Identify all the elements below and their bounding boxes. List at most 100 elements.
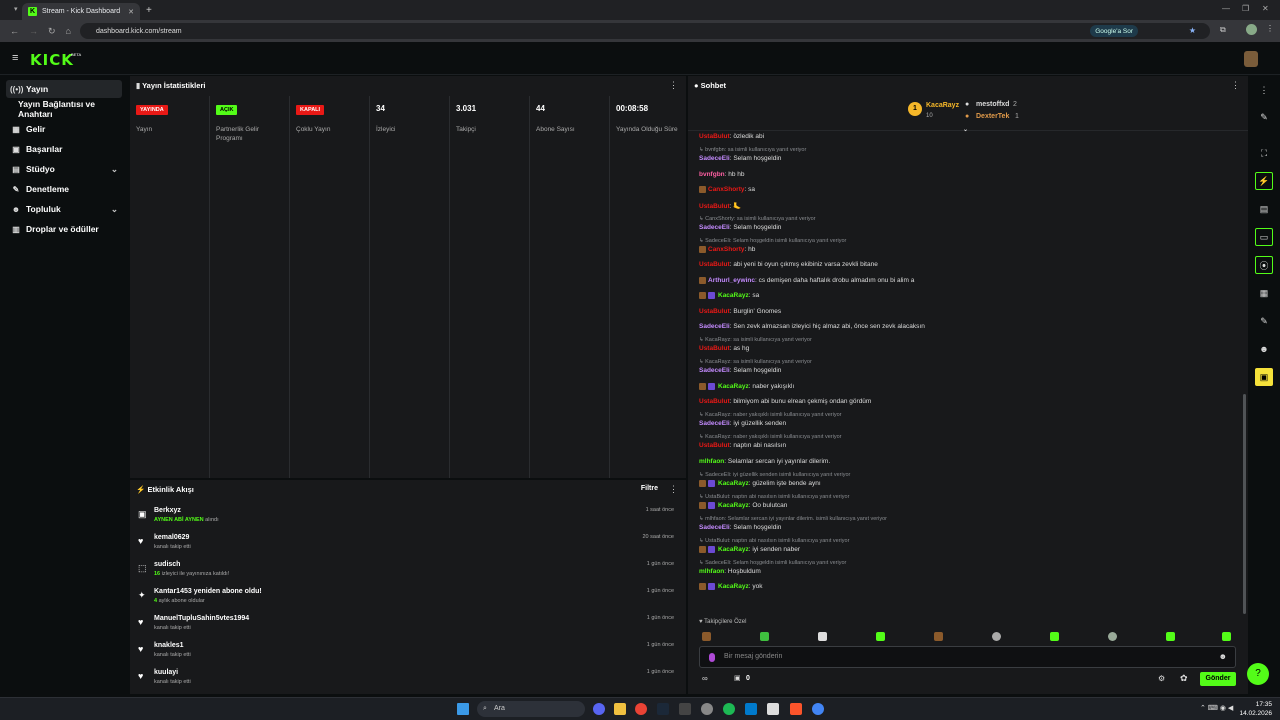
home-icon[interactable]: ⌂ <box>66 26 71 36</box>
chat-username[interactable]: SadeceEli <box>699 367 730 374</box>
users-rail-icon[interactable]: ☻ <box>1255 340 1273 358</box>
points-icon[interactable]: ∞ <box>702 674 708 683</box>
chat-username[interactable]: KacaRayz <box>718 292 749 299</box>
chrome-alt-icon[interactable] <box>812 703 824 715</box>
back-icon[interactable]: ← <box>10 26 19 36</box>
hamburger-menu-icon[interactable]: ≡ <box>12 52 18 64</box>
help-chat-fab[interactable]: ? <box>1247 663 1269 685</box>
chat-reply-context[interactable]: ↳ SadeceEli: Selam hoşgeldin isimli kull… <box>699 238 846 244</box>
chat-menu-icon[interactable]: ⋮ <box>1231 80 1240 91</box>
broadcast-rail-icon[interactable]: ⦿ <box>1255 256 1273 274</box>
tab-list-icon[interactable]: ▾ <box>14 5 18 13</box>
chat-reply-context[interactable]: ↳ bvnfgbn: sa isimli kullanıcıya yanıt v… <box>699 147 806 153</box>
chrome-icon[interactable] <box>635 703 647 715</box>
close-tab-icon[interactable]: ✕ <box>128 8 134 16</box>
chat-username[interactable]: SadeceEli <box>699 420 730 427</box>
chat-reply-context[interactable]: ↳ KacaRayz: sa isimli kullanıcıya yanıt … <box>699 359 812 365</box>
sidebar-item-yayin[interactable]: ((•)) Yayın <box>6 80 122 98</box>
chat-message[interactable]: UstaBulut: bilmiyom abi bunu elrean çekm… <box>699 398 871 405</box>
chat-message[interactable]: SadeceEli: iyi güzellik senden <box>699 420 786 427</box>
taskbar-clock[interactable]: 17:35 14.02.2026 <box>1239 700 1272 718</box>
chat-username[interactable]: SadeceEli <box>699 524 730 531</box>
chat-message[interactable]: mlhfaon: Hoşbuldum <box>699 568 761 575</box>
sidebar-item-topluluk[interactable]: ☻ Topluluk ⌄ <box>6 200 122 218</box>
chat-reply-context[interactable]: ↳ KacaRayz: naber yakışıklı isimli kulla… <box>699 434 841 440</box>
chat-username[interactable]: SadeceEli <box>699 155 730 162</box>
activity-menu-icon[interactable]: ⋮ <box>669 484 678 495</box>
forward-icon[interactable]: → <box>29 26 38 36</box>
bookmark-star-icon[interactable]: ★ <box>1189 26 1196 35</box>
emoji-picker-icon[interactable]: ☻ <box>1219 652 1227 661</box>
chat-message[interactable]: KacaRayz: sa <box>699 292 759 299</box>
chat-message[interactable]: CanxShorty: hb <box>699 245 755 253</box>
filter-button[interactable]: Filtre <box>641 485 658 492</box>
chat-icon[interactable]: ▭ <box>1255 228 1273 246</box>
chat-username[interactable]: UstaBulut <box>699 203 730 210</box>
chat-message[interactable]: KacaRayz: yok <box>699 583 762 590</box>
top-gifter-second[interactable]: mestoffxd <box>976 101 1009 108</box>
grid-icon[interactable]: ▦ <box>1255 284 1273 302</box>
new-tab-icon[interactable]: + <box>146 5 152 16</box>
chat-reply-context[interactable]: ↳ SadeceEli: iyi güzellik senden isimli … <box>699 472 850 478</box>
emote-button[interactable] <box>876 632 885 641</box>
chat-username[interactable]: UstaBulut <box>699 442 730 449</box>
browser-tab[interactable]: K Stream - Kick Dashboard ✕ <box>22 3 140 20</box>
emote-button[interactable] <box>934 632 943 641</box>
brave-icon[interactable] <box>790 703 802 715</box>
send-button[interactable]: Gönder <box>1200 672 1236 686</box>
chat-message[interactable]: UstaBulut: as hg <box>699 345 749 352</box>
close-window-icon[interactable]: ✕ <box>1262 4 1269 13</box>
chat-scrollbar[interactable] <box>1243 394 1246 614</box>
chat-reply-context[interactable]: ↳ CanxShorty: sa isimli kullanıcıya yanı… <box>699 216 815 222</box>
chat-message[interactable]: mlhfaon: Selamlar sercan iyi yayınlar di… <box>699 458 830 465</box>
chat-username[interactable]: SadeceEli <box>699 224 730 231</box>
chat-username[interactable]: KacaRayz <box>718 383 749 390</box>
chat-username[interactable]: KacaRayz <box>718 583 749 590</box>
chat-tools-icon[interactable]: ✿ <box>1180 673 1188 684</box>
chat-reply-context[interactable]: ↳ KacaRayz: naber yakışıklı isimli kulla… <box>699 412 841 418</box>
gift-icon[interactable]: ▣ <box>734 674 741 682</box>
stats-menu-icon[interactable]: ⋮ <box>669 80 678 91</box>
discord-icon[interactable] <box>593 703 605 715</box>
chat-username[interactable]: CanxShorty <box>708 246 744 253</box>
obs-icon[interactable] <box>701 703 713 715</box>
profile-avatar[interactable] <box>1246 24 1257 35</box>
reload-icon[interactable]: ↻ <box>48 26 56 37</box>
chat-message[interactable]: UstaBulut: naptın abi nasılsın <box>699 442 786 449</box>
more-options-icon[interactable]: ⋮ <box>1255 81 1273 99</box>
chat-message[interactable]: KacaRayz: güzelim işte bende aynı <box>699 479 821 487</box>
chat-message[interactable]: SadeceEli: Selam hoşgeldin <box>699 367 781 374</box>
chat-message[interactable]: UstaBulut: abi yeni bi oyun çıkmış ekibi… <box>699 261 878 268</box>
chat-message[interactable]: KacaRayz: Oo bulutcan <box>699 501 787 509</box>
chat-username[interactable]: SadeceEli <box>699 323 730 330</box>
microphone-icon[interactable] <box>709 653 715 662</box>
sidebar-item-denetleme[interactable]: ✎ Denetleme <box>6 180 122 198</box>
system-tray-icons[interactable]: ⌃ ⌨ ◉ ◀ <box>1200 704 1233 712</box>
spotify-icon[interactable] <box>723 703 735 715</box>
taskbar-search[interactable]: ⌕ Ara <box>477 701 585 717</box>
chat-username[interactable]: KacaRayz <box>718 502 749 509</box>
emote-button[interactable] <box>818 632 827 641</box>
app-icon[interactable] <box>679 703 691 715</box>
chat-reply-context[interactable]: ↳ mlhfaon: Selamlar sercan iyi yayınlar … <box>699 516 887 522</box>
document-icon[interactable]: ▤ <box>1255 200 1273 218</box>
emote-button[interactable] <box>1222 632 1231 641</box>
chat-message[interactable]: UstaBulut: Burglin' Gnomes <box>699 308 781 315</box>
emote-button[interactable] <box>1166 632 1175 641</box>
chat-message[interactable]: SadeceEli: Selam hoşgeldin <box>699 155 781 162</box>
chat-username[interactable]: UstaBulut <box>699 261 730 268</box>
chat-message[interactable]: SadeceEli: Selam hoşgeldin <box>699 224 781 231</box>
top-gifter-third[interactable]: DexterTek <box>976 113 1009 120</box>
chat-reply-context[interactable]: ↳ SadeceEli: Selam hoşgeldin isimli kull… <box>699 560 846 566</box>
chat-username[interactable]: mlhfaon <box>699 568 724 575</box>
sidebar-item-basarilar[interactable]: ▣ Başarılar <box>6 140 122 158</box>
chat-reply-context[interactable]: ↳ KacaRayz: sa isimli kullanıcıya yanıt … <box>699 337 812 343</box>
url-input[interactable]: dashboard.kick.com/stream Google'a Sor ★ <box>80 23 1210 39</box>
wrench-rail-icon[interactable]: ✎ <box>1255 312 1273 330</box>
emote-button[interactable] <box>702 632 711 641</box>
chat-username[interactable]: KacaRayz <box>718 546 749 553</box>
chat-username[interactable]: bvnfgbn <box>699 171 725 178</box>
sidebar-item-stream-key[interactable]: Yayın Bağlantısı ve Anahtarı <box>6 99 122 119</box>
chat-username[interactable]: CanxShorty <box>708 186 744 193</box>
notion-icon[interactable] <box>767 703 779 715</box>
